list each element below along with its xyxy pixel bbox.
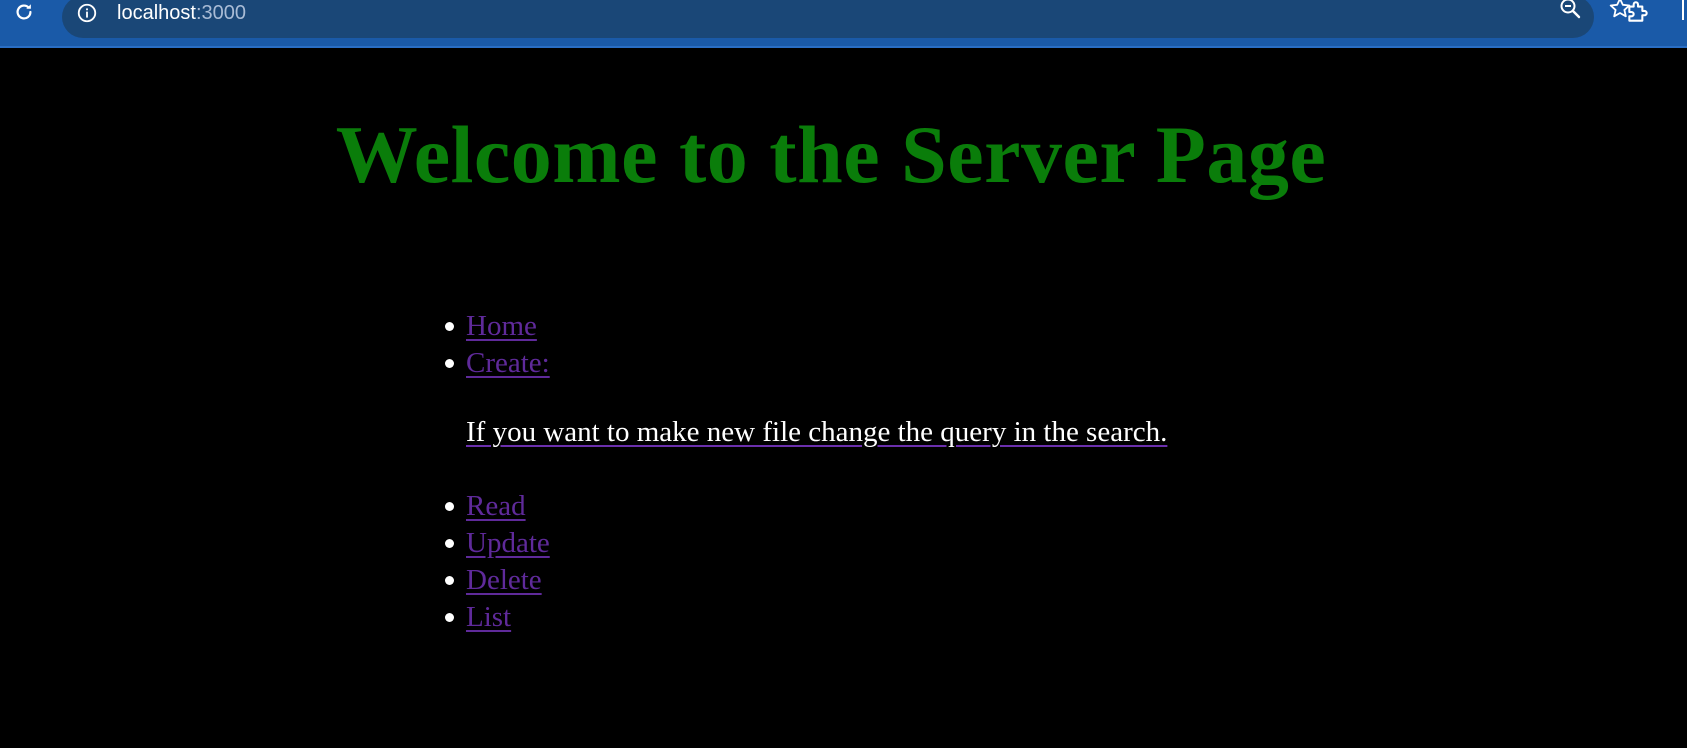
nav-item-list: List xyxy=(445,599,550,636)
puzzle-icon xyxy=(1625,0,1651,30)
create-note: If you want to make new file change the … xyxy=(466,382,1167,488)
list-link[interactable]: List xyxy=(466,601,511,633)
url-text[interactable]: localhost:3000 xyxy=(117,0,246,28)
delete-link[interactable]: Delete xyxy=(466,564,542,596)
home-link[interactable]: Home xyxy=(466,310,537,342)
zoom-out-icon xyxy=(1558,0,1582,25)
info-icon xyxy=(76,2,98,29)
nav-item-update: Update xyxy=(445,525,550,562)
zoom-button[interactable] xyxy=(1552,0,1588,24)
nav-list: Home Create: If you want to make new fil… xyxy=(445,308,1167,636)
address-bar[interactable]: localhost:3000 xyxy=(62,0,1631,38)
bullet xyxy=(445,322,454,331)
create-note-text: If you want to make new file change the … xyxy=(466,416,1168,448)
read-link[interactable]: Read xyxy=(466,490,526,522)
reload-icon xyxy=(13,1,35,28)
extensions-button[interactable] xyxy=(1620,0,1656,28)
url-port: :3000 xyxy=(195,2,246,24)
reload-button[interactable] xyxy=(8,0,40,28)
url-host: localhost xyxy=(117,2,196,24)
toolbar-divider xyxy=(1682,0,1684,20)
nav-item-create: Create: xyxy=(445,345,550,382)
create-link[interactable]: Create: xyxy=(466,347,550,379)
bullet xyxy=(445,502,454,511)
nav-item-read: Read xyxy=(445,488,550,525)
browser-toolbar: localhost:3000 xyxy=(0,0,1687,48)
bullet xyxy=(445,359,454,368)
update-link[interactable]: Update xyxy=(466,527,550,559)
bullet xyxy=(445,576,454,585)
page-content: Welcome to the Server Page Home Create: … xyxy=(0,48,1687,748)
bullet xyxy=(445,613,454,622)
nav-item-home: Home xyxy=(445,308,550,345)
nav-item-delete: Delete xyxy=(445,562,550,599)
site-info-button[interactable] xyxy=(72,0,102,30)
bullet xyxy=(445,539,454,548)
page-title: Welcome to the Server Page xyxy=(335,109,1327,200)
